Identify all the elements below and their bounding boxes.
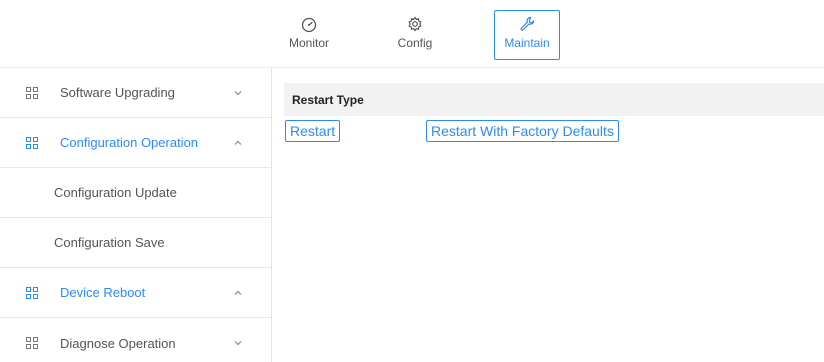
maintain-tab[interactable]: Maintain xyxy=(494,10,560,60)
grid-icon xyxy=(26,337,38,349)
sidebar-item-label: Diagnose Operation xyxy=(60,335,176,351)
sidebar-item-label: Software Upgrading xyxy=(60,85,175,100)
grid-icon xyxy=(26,86,38,99)
monitor-tab[interactable]: Monitor xyxy=(276,10,342,60)
restart-factory-defaults-button[interactable]: Restart With Factory Defaults xyxy=(426,120,619,142)
monitor-tab-label: Monitor xyxy=(288,36,329,50)
gear-icon xyxy=(408,16,422,32)
sidebar-subitem-label: Configuration Update xyxy=(54,185,177,200)
config-tab[interactable]: Config xyxy=(382,10,448,60)
restart-type-header: Restart Type xyxy=(292,92,364,107)
grid-icon xyxy=(26,136,38,149)
grid-icon xyxy=(26,286,38,299)
sidebar-subitem-configuration-update[interactable]: Configuration Update xyxy=(0,168,271,218)
chevron-down-icon xyxy=(234,341,242,346)
maintain-tab-label: Maintain xyxy=(504,36,550,50)
chevron-down-icon xyxy=(234,91,242,96)
config-tab-label: Config xyxy=(397,36,433,50)
table-header: Restart Type xyxy=(284,83,824,116)
sidebar-subitem-configuration-save[interactable]: Configuration Save xyxy=(0,218,271,268)
sidebar-item-label: Configuration Operation xyxy=(60,135,199,150)
sidebar-item-label: Device Reboot xyxy=(60,285,146,300)
restart-button[interactable]: Restart xyxy=(285,120,341,142)
sidebar-item-configuration-operation[interactable]: Configuration Operation xyxy=(0,118,271,168)
main-content: Restart Type Restart Restart With Factor… xyxy=(272,68,824,362)
sidebar-item-software-upgrading[interactable]: Software Upgrading xyxy=(0,68,271,118)
chevron-up-icon xyxy=(234,140,242,145)
chevron-up-icon xyxy=(234,290,242,295)
sidebar-item-diagnose-operation[interactable]: Diagnose Operation xyxy=(0,318,271,362)
top-navigation: Monitor Config Maintain xyxy=(0,0,824,68)
wrench-icon xyxy=(520,16,535,31)
sidebar-item-device-reboot[interactable]: Device Reboot xyxy=(0,268,271,318)
gauge-icon xyxy=(301,17,317,33)
sidebar: Software Upgrading Configuration Operati… xyxy=(0,68,272,362)
sidebar-subitem-label: Configuration Save xyxy=(54,235,165,250)
